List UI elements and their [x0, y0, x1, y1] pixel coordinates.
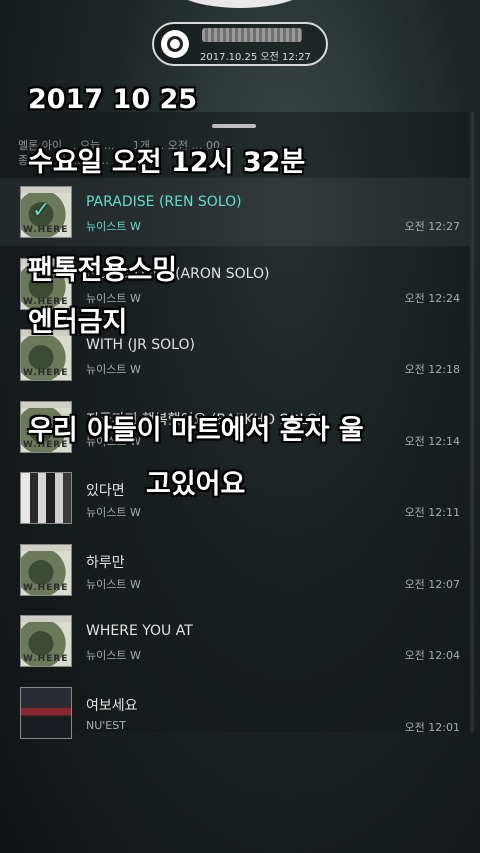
overlay-line4: 고있어요: [146, 469, 246, 500]
song-title: 하루만: [86, 555, 125, 571]
disc-icon: [161, 30, 189, 58]
song-artist: 뉴이스트 W: [86, 506, 141, 519]
song-time: 오전 12:01: [404, 721, 460, 734]
now-playing-pill[interactable]: 2017.10.25 오전 12:27: [152, 22, 328, 66]
album-art: W.HERE: [20, 615, 72, 667]
song-time: 오전 12:27: [404, 220, 460, 233]
song-time: 오전 12:24: [404, 292, 460, 305]
album-art: [20, 472, 72, 524]
overlay-date: 2017 10 25: [28, 84, 198, 115]
overlay-day-time: 수요일 오전 12시 32분: [28, 147, 306, 178]
top-decoration: [170, 0, 310, 8]
song-artist: NU'EST: [86, 719, 126, 732]
overlay-line1: 팬톡전용스밍: [28, 255, 178, 286]
song-row[interactable]: W.HERE 하루만뉴이스트 W 오전 12:07: [0, 536, 470, 604]
album-art: W.HERE: [20, 544, 72, 596]
album-art-logo: W.HERE: [23, 654, 69, 664]
song-title: 있다면: [86, 483, 125, 499]
overlay-line2: 엔터금지: [28, 307, 128, 338]
pill-title-redacted: [202, 28, 302, 42]
song-artist: 뉴이스트 W: [86, 363, 141, 376]
song-time: 오전 12:07: [404, 578, 460, 591]
song-time: 오전 12:14: [404, 435, 460, 448]
song-time: 오전 12:11: [404, 506, 460, 519]
album-art-logo: W.HERE: [23, 368, 69, 378]
song-time: 오전 12:04: [404, 649, 460, 662]
song-title: WITH (JR SOLO): [86, 337, 195, 353]
song-row[interactable]: W.HERE WHERE YOU AT 뉴이스트 W 오전 12:04: [0, 607, 470, 675]
song-artist: 뉴이스트 W: [86, 220, 141, 233]
scrollbar[interactable]: [470, 112, 474, 732]
song-artist: 뉴이스트 W: [86, 649, 141, 662]
song-row[interactable]: W.HERE ✓ PARADISE (REN SOLO) 뉴이스트 W 오전 12:27: [0, 178, 470, 246]
album-art-logo: W.HERE: [23, 583, 69, 593]
song-row[interactable]: 여보세요 NU'EST 오전 12:01: [0, 679, 470, 747]
check-icon: ✓: [32, 198, 51, 223]
overlay-line3: 우리 아들이 마트에서 혼자 울: [28, 415, 364, 446]
song-title: PARADISE (REN SOLO): [86, 194, 242, 210]
song-title: WHERE YOU AT: [86, 623, 193, 639]
album-art-logo: W.HERE: [23, 225, 69, 235]
song-time: 오전 12:18: [404, 363, 460, 376]
pill-time: 2017.10.25 오전 12:27: [200, 52, 311, 63]
song-artist: 뉴이스트 W: [86, 578, 141, 591]
song-title: 여보세요: [86, 698, 138, 714]
drag-handle[interactable]: [212, 124, 256, 128]
album-art: [20, 687, 72, 739]
